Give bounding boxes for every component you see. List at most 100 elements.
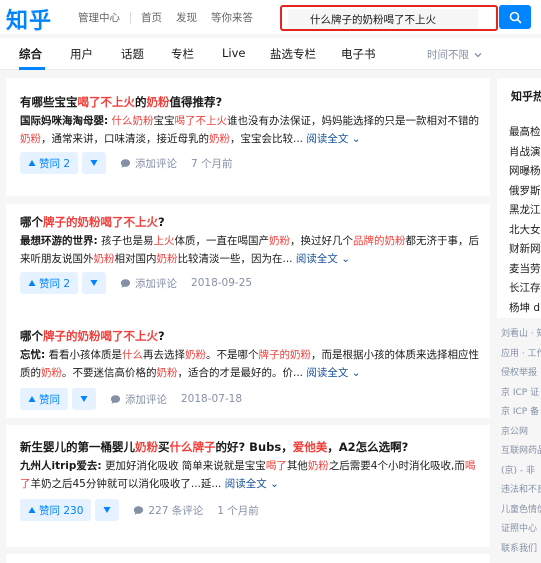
top-header: 知乎 管理中心 首页 发现 等你来答 <box>0 0 541 34</box>
search-input[interactable] <box>288 9 478 29</box>
nav-manage-center[interactable]: 管理中心 <box>78 10 120 25</box>
result-card-next <box>6 554 490 563</box>
result-title[interactable]: 新生婴儿的第一桶婴儿奶粉买什么牌子的好? Bubs，爱他美，A2怎么选啊? <box>20 439 408 455</box>
tab-all[interactable]: 综合 <box>19 46 42 62</box>
search-button[interactable] <box>499 5 531 29</box>
downvote-button[interactable] <box>95 499 120 521</box>
hot-search-item[interactable]: 网曝杨幂 <box>509 163 541 178</box>
footer-link[interactable]: 联系我们 <box>501 541 537 554</box>
result-excerpt: 最想环游的世界: 孩子也是易上火体质，一直在喝国产奶粉，换过好几个品牌的奶粉都无… <box>20 232 480 268</box>
hot-search-item[interactable]: 黑龙江鹤 <box>509 202 541 217</box>
footer-link[interactable]: 京公网 <box>501 424 528 437</box>
highlight-text: 奶粉 <box>146 95 170 109</box>
chevron-down-icon[interactable]: ⌄ <box>348 133 361 145</box>
hot-search-item[interactable]: 长江存储 <box>509 280 541 295</box>
result-title[interactable]: 哪个牌子的奶粉喝了不上火? <box>20 328 165 344</box>
comment-button[interactable]: 添加评论 <box>120 156 177 171</box>
tab-users[interactable]: 用户 <box>70 46 93 62</box>
hot-search-item[interactable]: 最高检立 <box>509 124 541 139</box>
hot-search-title: 知乎热搜 <box>511 90 541 103</box>
highlight-text: 奶粉 <box>93 253 115 265</box>
chevron-down-icon[interactable]: ⌄ <box>348 367 361 379</box>
highlight-text: 上火 <box>153 235 175 247</box>
footer-link[interactable]: (京) - 非 <box>501 463 535 476</box>
tab-ebooks[interactable]: 电子书 <box>341 46 376 62</box>
post-time: 7 个月前 <box>191 157 233 170</box>
upvote-label: 赞同 230 <box>39 504 84 517</box>
highlight-text: 喝了不上火 <box>77 95 136 109</box>
comment-button[interactable]: 添加评论 <box>120 276 177 291</box>
hot-search-item[interactable]: 肖战演唱 <box>509 144 541 159</box>
tab-live[interactable]: Live <box>222 46 245 60</box>
nav-discover[interactable]: 发现 <box>176 10 197 25</box>
result-actions: 赞同 添加评论 2018-07-18 <box>20 388 242 410</box>
active-tab-indicator <box>19 67 45 70</box>
downvote-button[interactable] <box>72 388 96 410</box>
tab-columns[interactable]: 专栏 <box>171 46 194 62</box>
chevron-down-icon[interactable]: ⌄ <box>267 478 279 490</box>
hot-search-item[interactable]: 北大女生 <box>509 222 541 237</box>
highlight-text: 奶粉 <box>307 460 329 472</box>
comment-button[interactable]: 添加评论 <box>110 392 167 407</box>
tab-salt-columns[interactable]: 盐选专栏 <box>270 46 316 62</box>
nav-answer[interactable]: 等你来答 <box>211 10 253 25</box>
chevron-down-icon[interactable]: ⌄ <box>338 253 350 265</box>
hot-search-item[interactable]: 俄罗斯航 <box>509 183 541 198</box>
highlight-text: 奶粉 <box>20 133 41 145</box>
footer-link[interactable]: 违法和不良 <box>501 482 541 495</box>
highlight-text: 奶粉 <box>156 367 178 379</box>
footer-link[interactable]: 京 ICP 证 <box>501 385 539 398</box>
text-segment: 。不是哪个 <box>206 349 259 361</box>
hot-search-item[interactable]: 财新网报 <box>509 241 541 256</box>
read-more-link[interactable]: 阅读全文 <box>293 253 338 265</box>
read-more-link[interactable]: 阅读全文 <box>303 133 348 145</box>
triangle-up-icon <box>28 507 36 513</box>
hot-search-item[interactable]: 杨坤 di <box>509 300 541 315</box>
footer-link[interactable]: 应用 · 工作 <box>501 346 541 359</box>
footer-link[interactable]: 互联网药品 <box>501 443 541 456</box>
triangle-up-icon <box>28 280 36 286</box>
author-name[interactable]: 最想环游的世界: <box>20 235 98 247</box>
tab-topics[interactable]: 话题 <box>121 46 144 62</box>
upvote-button[interactable]: 赞同 <box>20 388 68 410</box>
author-name[interactable]: 国际妈咪海淘母婴: <box>20 115 108 127</box>
comment-icon <box>134 505 144 515</box>
footer-link[interactable]: 儿童色情信 <box>501 502 541 515</box>
highlight-text: 牌子的奶粉喝了不上火 <box>43 329 158 343</box>
footer-link[interactable]: 证照中心 <box>501 521 537 534</box>
text-segment: ? <box>158 329 165 343</box>
footer-link[interactable]: 侵权举报 <box>501 365 537 378</box>
time-filter-dropdown[interactable]: 时间不限 <box>427 47 483 62</box>
text-segment: 宝宝 <box>153 115 175 127</box>
footer-link[interactable]: 刘看山 · 知 <box>501 326 541 339</box>
text-segment: ? <box>158 215 165 229</box>
read-more-link[interactable]: 阅读全文 <box>303 367 348 379</box>
result-title[interactable]: 有哪些宝宝喝了不上火的奶粉值得推荐? <box>20 94 222 110</box>
text-segment: 孩子也是易 <box>97 235 154 247</box>
triangle-down-icon <box>90 280 98 286</box>
zhihu-logo[interactable]: 知乎 <box>6 3 52 35</box>
downvote-button[interactable] <box>82 152 107 174</box>
comment-button[interactable]: 227 条评论 <box>133 503 203 518</box>
text-segment: 羊奶之后45分钟就可以消化吸收了...延... <box>30 478 222 490</box>
triangle-down-icon <box>80 396 88 402</box>
text-segment: 再去选择 <box>143 349 186 361</box>
upvote-button[interactable]: 赞同 2 <box>20 272 79 294</box>
result-title[interactable]: 哪个牌子的奶粉喝了不上火? <box>20 214 165 230</box>
highlight-text: 品牌的奶粉 <box>353 235 406 247</box>
author-name[interactable]: 忘忧: <box>20 349 45 361</box>
nav-home[interactable]: 首页 <box>141 10 162 25</box>
upvote-button[interactable]: 赞同 230 <box>20 499 92 521</box>
footer-link[interactable]: 京 ICP 备 <box>501 404 539 417</box>
upvote-button[interactable]: 赞同 2 <box>20 152 79 174</box>
text-segment: 看看小孩体质是 <box>45 349 123 361</box>
hot-search-item[interactable]: 麦当劳 <box>509 261 541 276</box>
text-segment: 其他 <box>286 460 308 472</box>
author-name[interactable]: 九州人itrip爱去: <box>20 460 102 472</box>
read-more-link[interactable]: 阅读全文 <box>221 478 267 490</box>
highlight-text: 奶粉 <box>156 253 178 265</box>
comment-label: 添加评论 <box>125 393 167 406</box>
downvote-button[interactable] <box>82 272 107 294</box>
text-segment: 的好? Bubs， <box>215 440 293 454</box>
time-filter-label: 时间不限 <box>427 49 469 61</box>
